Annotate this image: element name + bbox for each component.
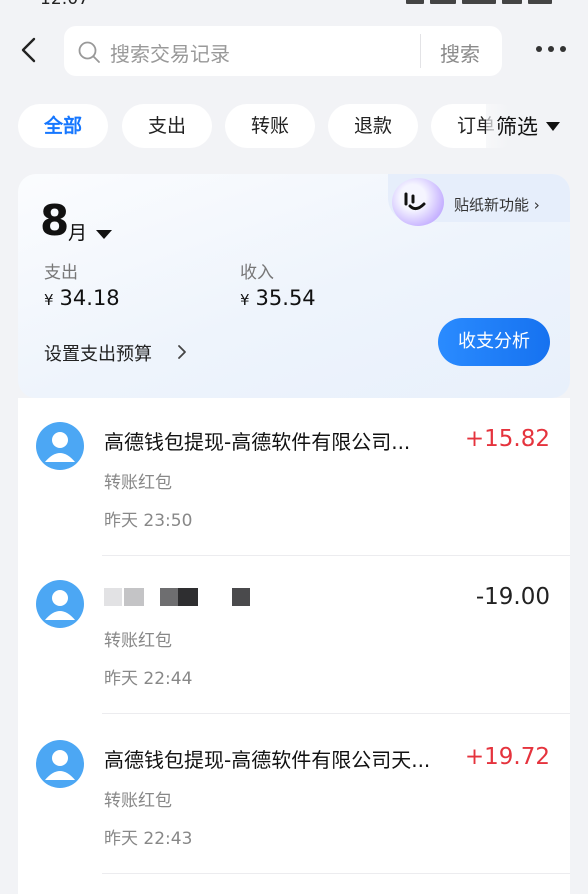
transaction-time: 昨天 22:44: [104, 669, 193, 689]
expense-value: ¥34.18: [44, 286, 120, 310]
income-label: 收入: [240, 263, 274, 283]
sticker-label[interactable]: 贴纸新功能 ›: [454, 194, 540, 215]
month-unit[interactable]: 月: [68, 218, 87, 245]
search-box[interactable]: 搜索交易记录 搜索: [64, 26, 502, 76]
income-value: ¥35.54: [240, 286, 316, 310]
transaction-title: 高德钱包提现-高德软件有限公司天...: [104, 748, 431, 772]
chevron-right-icon: [178, 345, 186, 359]
divider: [102, 713, 570, 714]
budget-link[interactable]: 设置支出预算: [44, 340, 152, 366]
transaction-row[interactable]: 高德钱包提现-高德软件有限公司... +15.82 转账红包 昨天 23:50: [18, 398, 570, 556]
avatar: [36, 422, 84, 470]
transaction-category: 转账红包: [104, 631, 172, 651]
user-icon: [45, 432, 75, 462]
status-time: 12:07: [40, 0, 89, 9]
search-button[interactable]: 搜索: [440, 38, 480, 67]
tab-refund[interactable]: 退款: [328, 104, 418, 148]
filter-button[interactable]: 筛选: [486, 104, 588, 148]
analysis-button[interactable]: 收支分析: [438, 318, 550, 366]
redacted-title: [104, 588, 264, 608]
caret-down-icon: [546, 121, 560, 131]
transaction-row[interactable]: 高德钱包提现-高德软件有限公司天... +19.72 转账红包 昨天 22:43: [18, 716, 570, 874]
sticker-face-icon: [392, 178, 444, 226]
tab-expense[interactable]: 支出: [122, 104, 212, 148]
month-number[interactable]: 8: [40, 196, 69, 245]
transaction-time: 昨天 22:43: [104, 829, 193, 849]
status-icons: [406, 0, 556, 4]
transaction-row[interactable]: -19.00 转账红包 昨天 22:44: [18, 556, 570, 714]
transaction-title: 高德钱包提现-高德软件有限公司...: [104, 430, 411, 454]
tab-all[interactable]: 全部: [18, 104, 108, 148]
header: 搜索交易记录 搜索: [0, 24, 588, 80]
user-icon: [45, 590, 75, 620]
transaction-amount: +15.82: [464, 426, 550, 452]
avatar: [36, 580, 84, 628]
avatar: [36, 740, 84, 788]
filter-tabs: 全部 支出 转账 退款 订单 筛选: [0, 104, 588, 150]
summary-card: 贴纸新功能 › 8 月 支出 ¥34.18 收入 ¥35.54 设置支出预算 收…: [18, 174, 570, 398]
transaction-category: 转账红包: [104, 473, 172, 493]
sticker-text: 贴纸新功能: [454, 196, 530, 214]
chevron-left-icon: [21, 37, 36, 63]
month-caret-icon[interactable]: [96, 230, 112, 239]
expense-label: 支出: [44, 263, 78, 283]
transaction-amount: -19.00: [475, 584, 550, 610]
transaction-category: 转账红包: [104, 791, 172, 811]
transaction-list: 高德钱包提现-高德软件有限公司... +15.82 转账红包 昨天 23:50 …: [18, 398, 570, 894]
divider: [102, 873, 570, 874]
search-input[interactable]: 搜索交易记录: [110, 38, 230, 67]
tab-transfer[interactable]: 转账: [225, 104, 315, 148]
search-icon: [78, 41, 100, 63]
search-divider: [420, 34, 421, 68]
back-button[interactable]: [14, 34, 46, 66]
more-icon[interactable]: [536, 46, 570, 56]
transaction-amount: +19.72: [464, 744, 550, 770]
user-icon: [45, 750, 75, 780]
status-bar: 12:07: [0, 0, 588, 10]
filter-label: 筛选: [496, 115, 538, 139]
transaction-time: 昨天 23:50: [104, 511, 193, 531]
